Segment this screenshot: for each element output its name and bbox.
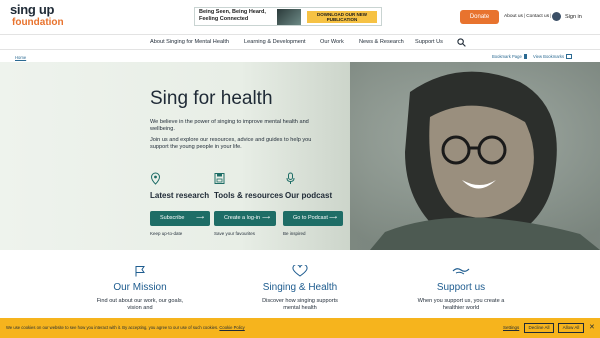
podcast-caption: Be inspired (283, 231, 306, 236)
feature-label: Latest research (150, 191, 210, 200)
cookie-policy-link[interactable]: Cookie Policy (219, 325, 244, 330)
create-login-label: Create a log-in (224, 215, 261, 221)
map-pin-icon (150, 172, 161, 185)
nav-item-about-singing[interactable]: About Singing for Mental Health (150, 39, 229, 45)
handshake-icon (452, 268, 470, 275)
go-to-podcast-label: Go to Podcast (293, 215, 328, 221)
nav-item-support-us[interactable]: Support Us (415, 39, 443, 45)
go-to-podcast-button[interactable]: Go to Podcast ⟶ (283, 211, 343, 226)
section-singing-health[interactable]: Singing & Health Discover how singing su… (255, 264, 345, 312)
site-header: sing up foundation Being Seen, Being Hea… (0, 0, 600, 34)
subscribe-caption: Keep up-to-date (150, 231, 183, 236)
create-login-button[interactable]: Create a log-in ⟶ (214, 211, 276, 226)
hero-intro: We believe in the power of singing to im… (150, 119, 309, 133)
hero-section: Sing for health We believe in the power … (0, 62, 600, 250)
bookmark-icon (523, 54, 527, 59)
nav-item-news-research[interactable]: News & Research (359, 39, 404, 45)
logo-line1: sing up (10, 2, 55, 17)
banner-title: Being Seen, Being Heard, Feeling Connect… (199, 9, 266, 22)
feature-label: Tools & resources (214, 191, 284, 200)
view-bookmarks-label: View Bookmarks (533, 54, 565, 59)
nav-item-our-work[interactable]: Our Work (320, 39, 344, 45)
allow-all-button[interactable]: Allow All (558, 323, 584, 333)
cookie-text-wrap: We use cookies on our website to see how… (6, 325, 245, 330)
breadcrumb-home[interactable]: Home (15, 55, 26, 60)
user-icon[interactable] (552, 12, 561, 21)
hero-description: Join us and explore our resources, advic… (150, 137, 312, 151)
top-links: About us|Contact us| (504, 14, 552, 19)
site-logo[interactable]: sing up foundation (10, 3, 80, 31)
subscribe-label: Subscribe (160, 215, 185, 221)
create-login-caption: Save your favourites (214, 231, 256, 236)
view-bookmarks-link[interactable]: View Bookmarks (533, 54, 573, 59)
donate-button[interactable]: Donate (460, 10, 499, 24)
close-icon[interactable]: ✕ (589, 323, 595, 331)
arrow-right-icon: ⟶ (262, 215, 270, 221)
section-title: Support us (436, 282, 486, 293)
feature-our-podcast[interactable]: Our podcast (285, 172, 332, 200)
banner-image (277, 9, 301, 25)
cookie-settings-link[interactable]: Settings (503, 325, 519, 330)
section-text: When you support us, you create a health… (417, 298, 505, 311)
decline-all-button[interactable]: Decline All (524, 323, 554, 333)
arrow-right-icon: ⟶ (196, 215, 204, 221)
feature-label: Our podcast (285, 191, 333, 200)
bookmarks-list-icon (566, 54, 573, 59)
bookmark-page-link[interactable]: Bookmark Page (492, 54, 527, 59)
contact-us-link[interactable]: Contact us (526, 14, 549, 19)
cookie-banner: We use cookies on our website to see how… (0, 318, 600, 338)
nav-item-learning[interactable]: Learning & Development (244, 39, 306, 45)
main-nav: About Singing for Mental Health Learning… (0, 34, 600, 50)
bookmark-page-label: Bookmark Page (492, 54, 522, 59)
sign-in-link[interactable]: Sign in (565, 14, 582, 20)
heart-icon (292, 264, 308, 277)
hero-photo (350, 62, 600, 250)
search-icon[interactable] (457, 38, 466, 47)
section-title: Our Mission (113, 282, 167, 293)
microphone-icon (286, 172, 295, 184)
section-title: Singing & Health (262, 282, 338, 293)
section-text: Discover how singing supports mental hea… (262, 298, 338, 311)
section-text: Find out about our work, our goals, visi… (96, 298, 184, 311)
section-our-mission[interactable]: Our Mission Find out about our work, our… (95, 264, 185, 312)
subscribe-button[interactable]: Subscribe ⟶ (150, 211, 210, 226)
feature-tools-resources[interactable]: Tools & resources (214, 172, 283, 200)
hero-title: Sing for health (150, 88, 273, 109)
about-us-link[interactable]: About us (504, 14, 523, 19)
banner-download-button[interactable]: DOWNLOAD OUR NEW PUBLICATION (307, 11, 377, 23)
save-icon (214, 173, 225, 184)
section-support-us[interactable]: Support us When you support us, you crea… (416, 264, 506, 312)
cookie-text: We use cookies on our website to see how… (6, 325, 219, 330)
arrow-right-icon: ⟶ (329, 215, 337, 221)
feature-latest-research[interactable]: Latest research (150, 172, 209, 200)
logo-line2: foundation (12, 17, 64, 28)
flag-icon (135, 266, 145, 277)
publication-banner[interactable]: Being Seen, Being Heard, Feeling Connect… (194, 7, 382, 26)
